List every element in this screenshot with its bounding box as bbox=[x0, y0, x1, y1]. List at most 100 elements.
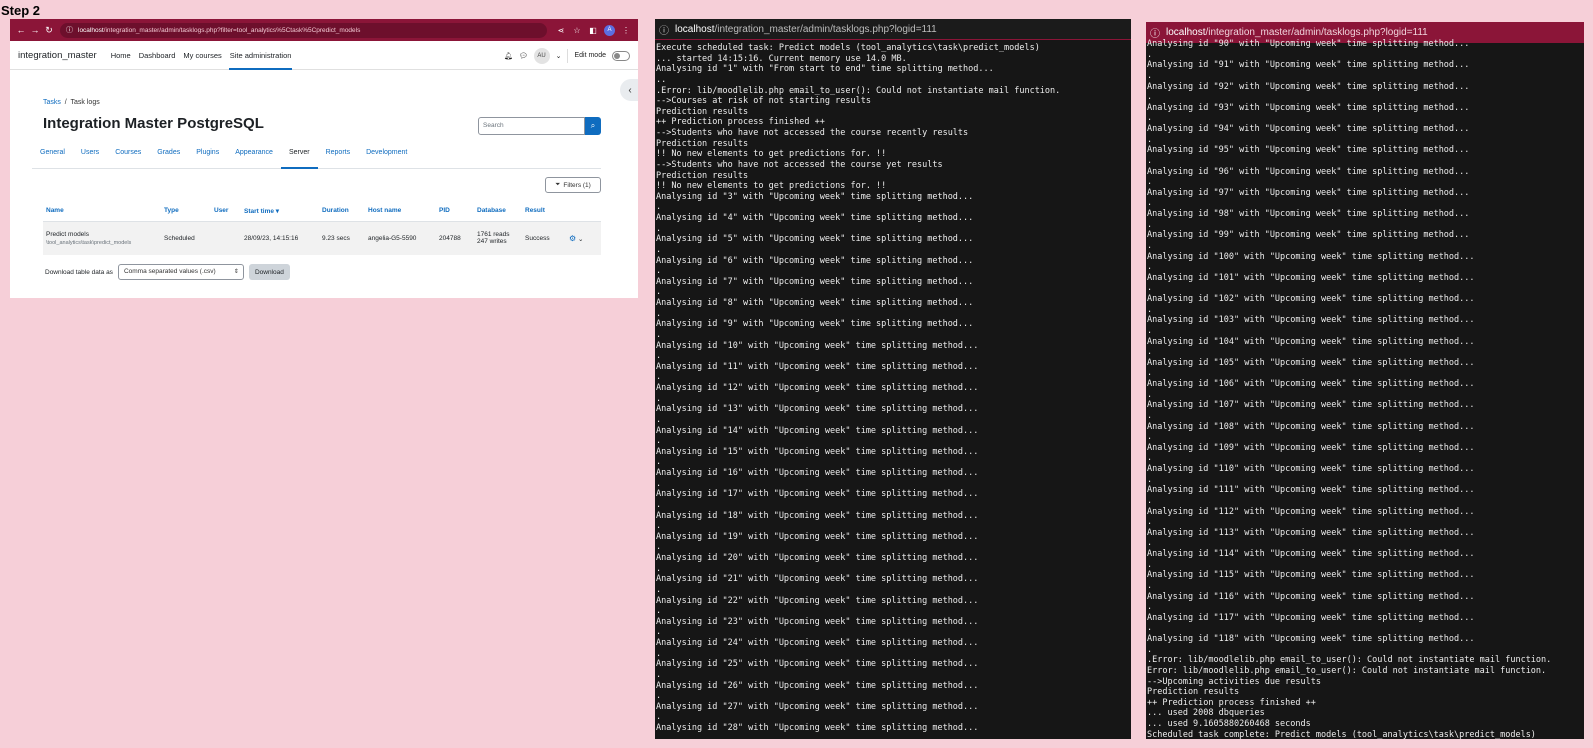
site-name[interactable]: integration_master bbox=[18, 50, 97, 61]
log-line: Analysing id "15" with "Upcoming week" t… bbox=[656, 446, 979, 457]
log-line: Analysing id "100" with "Upcoming week" … bbox=[1147, 251, 1475, 262]
log-line: ++ Prediction process finished ++ bbox=[1147, 697, 1316, 708]
tab-development[interactable]: Development bbox=[358, 147, 415, 168]
col-pid[interactable]: PID bbox=[436, 201, 474, 222]
tab-appearance[interactable]: Appearance bbox=[227, 147, 281, 168]
log-line: Analysing id "98" with "Upcoming week" t… bbox=[1147, 209, 1470, 219]
address-bar[interactable]: ⓘ localhost /integration_master/admin/ta… bbox=[60, 22, 547, 38]
log-line: . bbox=[1147, 113, 1153, 124]
cell-type: Scheduled bbox=[161, 221, 211, 255]
log-line: . bbox=[656, 372, 662, 383]
log-line: Analysing id "114" with "Upcoming week" … bbox=[1147, 549, 1475, 559]
search-input[interactable]: Search bbox=[478, 117, 585, 135]
sidepanel-icon[interactable]: ◧ bbox=[585, 26, 601, 35]
log-line: Analysing id "107" with "Upcoming week" … bbox=[1147, 400, 1475, 411]
log-line: Analysing id "111" with "Upcoming week" … bbox=[1147, 485, 1475, 496]
log-line: Analysing id "20" with "Upcoming week" t… bbox=[656, 553, 979, 563]
url-host: localhost bbox=[78, 26, 104, 34]
log-line: . bbox=[1147, 453, 1153, 464]
log-line: . bbox=[1147, 368, 1153, 379]
db-writes: 247 writes bbox=[477, 238, 507, 246]
breadcrumb-tasks[interactable]: Tasks bbox=[43, 99, 61, 106]
log-line: Analysing id "23" with "Upcoming week" t… bbox=[656, 616, 979, 627]
log-line: Analysing id "19" with "Upcoming week" t… bbox=[656, 531, 979, 542]
log-line: Analysing id "105" with "Upcoming week" … bbox=[1147, 357, 1475, 368]
col-user[interactable]: User bbox=[211, 201, 241, 222]
log-line: Analysing id "102" with "Upcoming week" … bbox=[1147, 294, 1475, 304]
log-line: . bbox=[1147, 325, 1153, 336]
log-line: !! No new elements to get predictions fo… bbox=[656, 149, 887, 160]
download-button[interactable]: Download bbox=[248, 264, 290, 280]
log-line: . bbox=[1147, 410, 1153, 421]
log-line: Analysing id "90" with "Upcoming week" t… bbox=[1147, 39, 1470, 49]
tab-general[interactable]: General bbox=[32, 147, 73, 168]
bookmark-star-icon[interactable]: ☆ bbox=[569, 26, 585, 35]
back-icon[interactable]: ← bbox=[14, 25, 28, 35]
col-database[interactable]: Database bbox=[474, 201, 522, 222]
user-avatar[interactable]: AU bbox=[533, 47, 550, 64]
log-line: Analysing id "91" with "Upcoming week" t… bbox=[1147, 60, 1470, 71]
log-line: Analysing id "104" with "Upcoming week" … bbox=[1147, 336, 1475, 347]
cell-host-name: angelia-G5-5590 bbox=[365, 221, 436, 255]
tab-reports[interactable]: Reports bbox=[318, 147, 359, 168]
search-button[interactable]: ⌕ bbox=[585, 117, 601, 135]
tab-plugins[interactable]: Plugins bbox=[188, 147, 227, 168]
tab-server[interactable]: Server bbox=[280, 147, 318, 169]
cell-database: 1761 reads 247 writes bbox=[474, 221, 522, 255]
col-host-name[interactable]: Host name bbox=[365, 201, 436, 222]
log-line: . bbox=[1147, 70, 1153, 81]
gear-icon[interactable]: ⚙ bbox=[569, 234, 576, 243]
col-result[interactable]: Result bbox=[522, 201, 566, 222]
log-line: Prediction results bbox=[656, 106, 749, 117]
download-label: Download table data as bbox=[45, 268, 113, 276]
site-info-icon[interactable]: ⓘ bbox=[66, 25, 73, 35]
drawer-collapse-icon[interactable]: ‹ bbox=[620, 79, 638, 101]
log-line: Analysing id "110" with "Upcoming week" … bbox=[1147, 464, 1475, 474]
col-name[interactable]: Name bbox=[43, 201, 161, 222]
edit-mode-toggle[interactable] bbox=[612, 50, 630, 61]
chevron-down-icon[interactable]: ⌄ bbox=[578, 236, 583, 243]
tab-courses[interactable]: Courses bbox=[107, 147, 149, 168]
log-line: . bbox=[656, 329, 662, 340]
reload-icon[interactable]: ↻ bbox=[42, 25, 56, 36]
bell-icon[interactable]: 🔔︎ bbox=[504, 52, 513, 60]
share-icon[interactable]: ⋖ bbox=[553, 26, 569, 35]
col-type[interactable]: Type bbox=[161, 201, 211, 222]
messages-icon[interactable]: 💬︎ bbox=[519, 52, 528, 60]
log-line: Analysing id "4" with "Upcoming week" ti… bbox=[656, 213, 974, 223]
nav-home[interactable]: Home bbox=[111, 51, 131, 60]
table-row: Predict models \tool_analytics\task\pred… bbox=[43, 221, 601, 255]
task-logs-table: Name Type User Start time ▾ Duration Hos… bbox=[43, 201, 601, 255]
step-label: Step 2 bbox=[1, 3, 41, 18]
log-line: ... used 2008 dbqueries bbox=[1147, 708, 1265, 719]
col-duration[interactable]: Duration bbox=[319, 201, 365, 222]
nav-my-courses[interactable]: My courses bbox=[183, 51, 221, 60]
log-line: . bbox=[1147, 262, 1153, 273]
log-line: Analysing id "115" with "Upcoming week" … bbox=[1147, 570, 1475, 581]
col-start-time[interactable]: Start time ▾ bbox=[241, 201, 319, 222]
log-line: . bbox=[656, 712, 662, 723]
site-info-icon[interactable]: ⓘ bbox=[659, 22, 669, 37]
filters-button[interactable]: ⏷ Filters (1) bbox=[545, 177, 601, 193]
log-line: . bbox=[1147, 432, 1153, 443]
forward-icon[interactable]: → bbox=[28, 25, 42, 35]
log-line: . bbox=[656, 542, 662, 553]
download-format-select[interactable]: Comma separated values (.csv) bbox=[117, 264, 244, 280]
breadcrumb: Tasks / Task logs bbox=[43, 99, 100, 106]
nav-site-administration[interactable]: Site administration bbox=[228, 51, 293, 70]
nav-dashboard[interactable]: Dashboard bbox=[139, 51, 176, 60]
task-name: Predict models bbox=[46, 230, 89, 238]
browser-window: ← → ↻ ⓘ localhost /integration_master/ad… bbox=[10, 19, 638, 298]
chevron-down-icon[interactable]: ⌄ bbox=[556, 52, 562, 60]
cell-start-time: 28/09/23, 14:15:16 bbox=[241, 221, 319, 255]
tab-users[interactable]: Users bbox=[73, 147, 107, 168]
tab-grades[interactable]: Grades bbox=[149, 147, 188, 168]
log-line: . bbox=[656, 244, 662, 255]
log-line: . bbox=[1147, 517, 1153, 528]
cell-actions[interactable]: ⚙ ⌄ bbox=[566, 221, 601, 255]
profile-avatar[interactable]: A bbox=[604, 24, 615, 36]
site-info-icon[interactable]: ⓘ bbox=[1150, 25, 1160, 40]
log-output-1: Execute scheduled task: Predict models (… bbox=[655, 43, 1131, 734]
browser-menu-icon[interactable]: ⋮ bbox=[618, 26, 634, 35]
log-line: . bbox=[1147, 580, 1153, 591]
